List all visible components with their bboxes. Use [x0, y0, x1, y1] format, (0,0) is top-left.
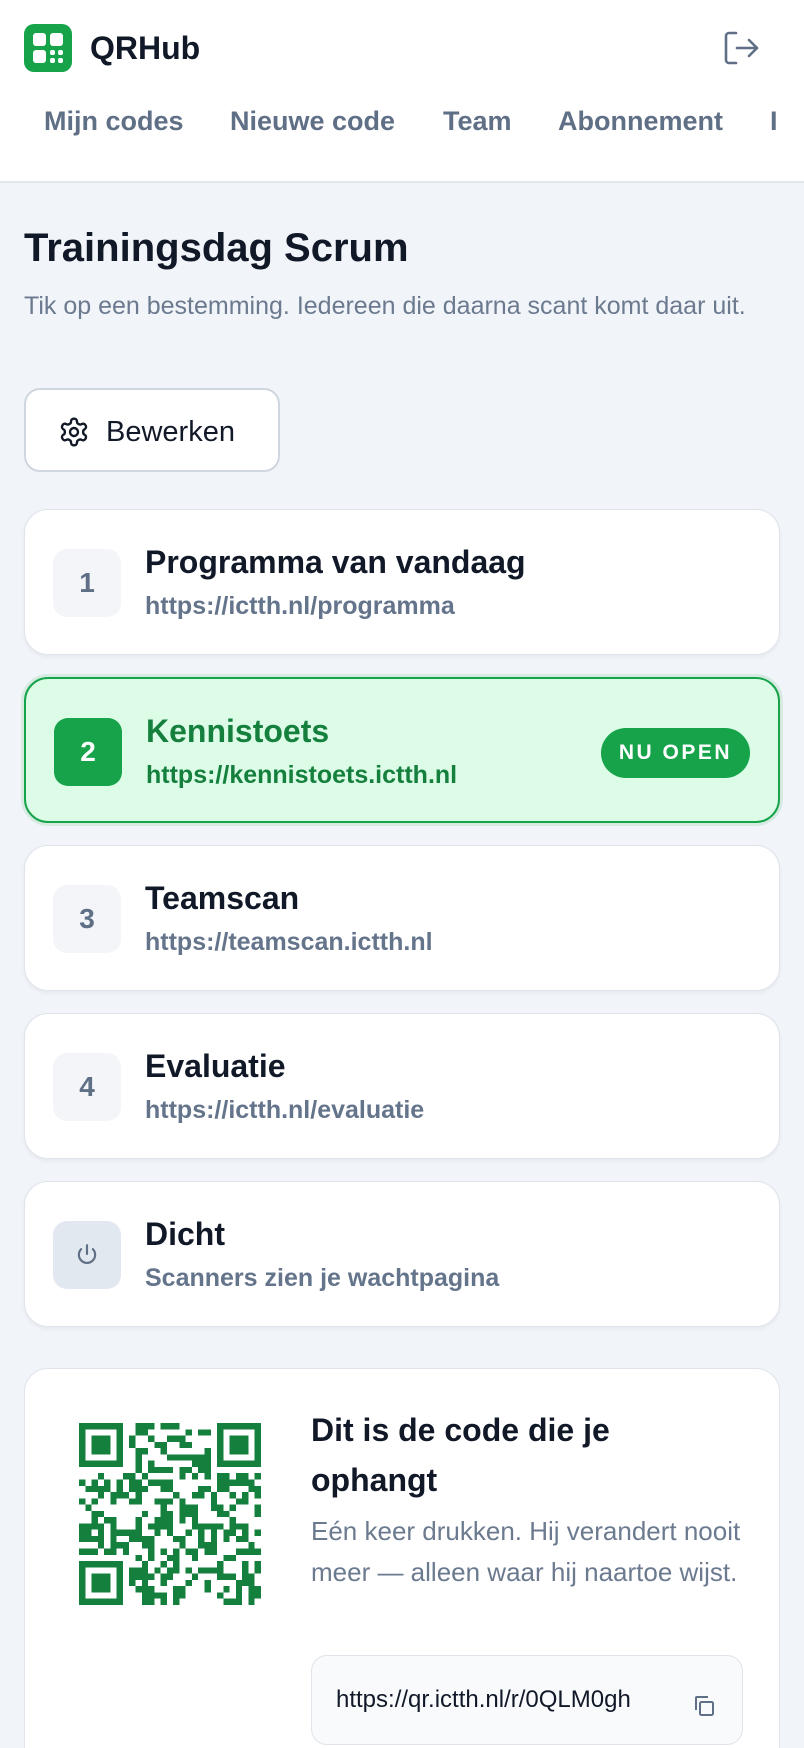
destination-url: https://ictth.nl/programma	[145, 592, 455, 620]
destination-number: 2	[54, 718, 122, 786]
destination-number: 3	[53, 885, 121, 953]
destination-title: Teamscan	[145, 880, 300, 916]
closed-option-card[interactable]: Dicht Scanners zien je wachtpagina	[24, 1181, 780, 1327]
nav-item-team[interactable]: Team	[443, 106, 512, 137]
destination-number: 4	[53, 1053, 121, 1121]
copy-icon[interactable]	[692, 1694, 716, 1718]
page-subtitle: Tik op een bestemming. Iedereen die daar…	[24, 292, 746, 320]
app-header: QRHub Mijn codes Nieuwe code Team Abonne…	[0, 0, 804, 183]
nav-item-overflow[interactable]: I	[770, 106, 778, 137]
status-badge: NU OPEN	[600, 728, 750, 778]
destination-card-1[interactable]: 1 Programma van vandaag https://ictth.nl…	[24, 509, 780, 655]
destination-card-4[interactable]: 4 Evaluatie https://ictth.nl/evaluatie	[24, 1013, 780, 1159]
main-nav: Mijn codes Nieuwe code Team Abonnement I	[0, 106, 804, 152]
edit-button[interactable]: Bewerken	[24, 388, 280, 472]
destination-number: 1	[53, 549, 121, 617]
qr-code-image	[79, 1423, 261, 1605]
qr-link-text: https://qr.ictth.nl/r/0QLM0gh	[336, 1686, 631, 1713]
power-icon	[53, 1221, 121, 1289]
nav-item-nieuwe-code[interactable]: Nieuwe code	[230, 106, 395, 137]
destination-url: https://teamscan.ictth.nl	[145, 928, 433, 956]
qr-section-title: Dit is de code die je ophangt	[311, 1412, 610, 1498]
destination-title: Evaluatie	[145, 1048, 286, 1084]
destination-title: Programma van vandaag	[145, 544, 526, 580]
page-title: Trainingsdag Scrum	[24, 226, 409, 270]
nav-item-abonnement[interactable]: Abonnement	[558, 106, 723, 137]
destination-card-2[interactable]: 2 Kennistoets https://kennistoets.ictth.…	[24, 677, 780, 823]
destination-url: https://ictth.nl/evaluatie	[145, 1096, 425, 1124]
destination-title: Kennistoets	[146, 713, 330, 749]
logout-icon[interactable]	[722, 30, 762, 66]
app-title[interactable]: QRHub	[90, 30, 200, 67]
edit-button-label: Bewerken	[106, 416, 235, 448]
qr-code-card: Dit is de code die je ophangt Eén keer d…	[24, 1368, 780, 1748]
nav-item-mijn-codes[interactable]: Mijn codes	[44, 106, 184, 137]
gear-icon	[60, 417, 88, 447]
qr-link-field[interactable]: https://qr.ictth.nl/r/0QLM0gh	[311, 1655, 743, 1745]
qr-section-description: Eén keer drukken. Hij verandert nooit me…	[311, 1516, 741, 1587]
qrhub-logo-icon[interactable]	[24, 24, 72, 72]
destination-url: https://kennistoets.ictth.nl	[146, 761, 458, 789]
destination-card-3[interactable]: 3 Teamscan https://teamscan.ictth.nl	[24, 845, 780, 991]
closed-option-title: Dicht	[145, 1216, 225, 1252]
closed-option-description: Scanners zien je wachtpagina	[145, 1264, 500, 1292]
